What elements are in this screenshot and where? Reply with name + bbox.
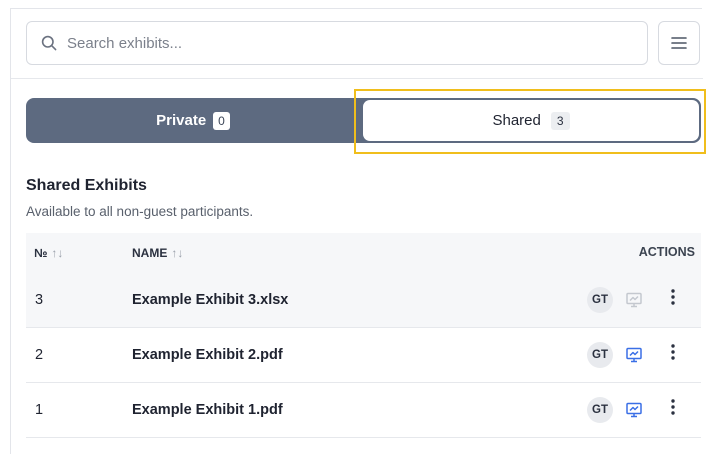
column-header-number[interactable]: № ↑↓ [34,246,63,260]
top-bar [11,9,703,79]
owner-avatar: GT [587,397,613,423]
exhibit-name[interactable]: Example Exhibit 2.pdf [132,347,283,363]
visibility-toggle: Private 0 Shared 3 [26,98,701,143]
owner-avatar: GT [587,342,613,368]
column-name-label: NAME [132,246,168,260]
tab-shared-count: 3 [550,111,570,130]
tab-shared-label: Shared [492,112,541,129]
tab-private-count: 0 [213,111,230,130]
exhibits-panel: Private 0 Shared 3 Shared Exhibits Avail… [10,8,706,454]
owner-avatar: GT [587,287,613,313]
presentation-icon[interactable] [625,346,643,364]
search-box[interactable] [26,21,648,65]
table-row[interactable]: 2 Example Exhibit 2.pdf GT [26,328,701,383]
more-vertical-icon[interactable] [666,342,680,364]
tab-private-label: Private [156,112,207,129]
presentation-icon[interactable] [625,401,643,419]
exhibit-number: 3 [35,292,44,308]
presentation-icon [626,292,642,308]
table-row[interactable]: 1 Example Exhibit 1.pdf GT [26,383,701,438]
tab-private[interactable]: Private 0 [26,98,360,143]
sort-icon: ↑↓ [51,246,64,260]
search-input[interactable] [67,34,627,52]
hamburger-menu-icon [671,37,687,49]
section-subtitle: Available to all non-guest participants. [26,204,254,219]
column-header-actions: ACTIONS [638,245,695,259]
column-header-name[interactable]: NAME ↑↓ [132,246,183,260]
more-vertical-icon[interactable] [666,287,680,309]
table-row[interactable]: 3 Example Exhibit 3.xlsx GT [26,273,701,328]
section-title: Shared Exhibits [26,177,147,194]
search-icon [41,35,57,51]
more-vertical-icon[interactable] [666,397,680,419]
exhibit-name[interactable]: Example Exhibit 1.pdf [132,402,283,418]
tab-shared[interactable]: Shared 3 [363,100,699,141]
table-header: № ↑↓ NAME ↑↓ ACTIONS [26,233,701,273]
sort-icon: ↑↓ [171,246,184,260]
menu-button[interactable] [658,21,700,65]
column-number-label: № [34,246,48,260]
exhibit-name[interactable]: Example Exhibit 3.xlsx [132,292,288,308]
exhibit-number: 1 [35,402,44,418]
exhibit-number: 2 [35,347,44,363]
